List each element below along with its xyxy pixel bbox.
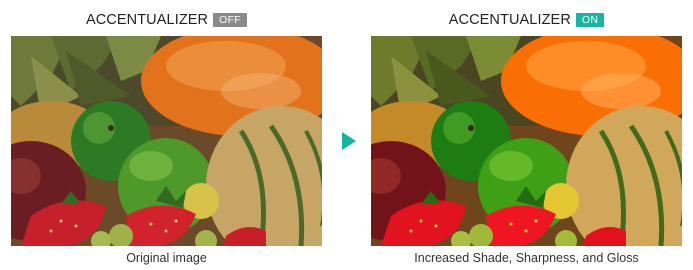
play-arrow-icon (342, 132, 356, 150)
fruit-photo-enhanced (371, 36, 682, 246)
before-heading: ACCENTUALIZER OFF (11, 9, 322, 31)
off-badge: OFF (213, 13, 248, 27)
before-heading-label: ACCENTUALIZER (85, 12, 209, 28)
before-panel: ACCENTUALIZER OFF Original image (11, 0, 322, 270)
after-heading-label: ACCENTUALIZER (448, 12, 571, 28)
on-badge: ON (575, 13, 605, 27)
original-fruit-image (11, 36, 322, 246)
after-heading: ACCENTUALIZER ON (371, 9, 682, 31)
fruit-photo-original (11, 36, 322, 246)
after-panel: ACCENTUALIZER ON Increased Shade, Sharpn… (371, 0, 682, 270)
before-caption: Original image (126, 251, 207, 265)
enhanced-fruit-image (371, 36, 682, 246)
after-caption: Increased Shade, Sharpness, and Gloss (414, 251, 639, 265)
